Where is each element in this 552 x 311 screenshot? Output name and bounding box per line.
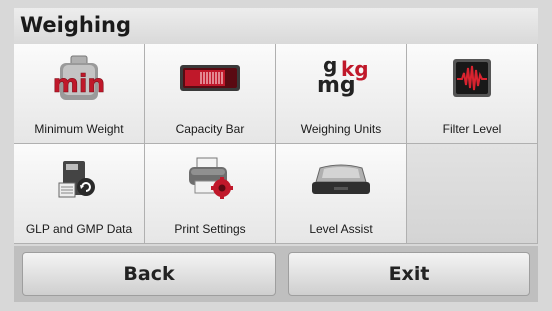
svg-text:min: min — [53, 69, 105, 98]
filter-level-icon — [407, 52, 537, 104]
tile-print-settings[interactable]: Print Settings — [145, 144, 276, 244]
tile-label: GLP and GMP Data — [25, 222, 133, 236]
tile-label: Filter Level — [442, 122, 502, 136]
weighing-units-icon: g kg mg — [276, 52, 406, 104]
weighing-menu-screen: Weighing min Minimum Weight Capacity Bar… — [0, 0, 552, 311]
tile-level-assist[interactable]: Level Assist — [276, 144, 407, 244]
back-button[interactable]: Back — [22, 252, 276, 296]
glp-data-icon — [14, 152, 144, 204]
menu-grid: min Minimum Weight Capacity Bar g kg mg … — [14, 44, 538, 244]
tile-label: Level Assist — [309, 222, 373, 236]
tile-glp-gmp-data[interactable]: GLP and GMP Data — [14, 144, 145, 244]
tile-label: Weighing Units — [300, 122, 382, 136]
level-assist-icon — [276, 152, 406, 204]
tile-capacity-bar[interactable]: Capacity Bar — [145, 44, 276, 144]
unit-mg-text: mg — [317, 73, 356, 98]
tile-minimum-weight[interactable]: min Minimum Weight — [14, 44, 145, 144]
tile-filter-level[interactable]: Filter Level — [407, 44, 538, 144]
min-weight-icon: min — [14, 52, 144, 104]
capacity-bar-icon — [145, 52, 275, 104]
tile-label: Capacity Bar — [175, 122, 245, 136]
tile-weighing-units[interactable]: g kg mg Weighing Units — [276, 44, 407, 144]
footer-bar: Back Exit — [14, 246, 538, 302]
printer-settings-icon — [145, 152, 275, 204]
unit-g-text: g — [323, 53, 338, 77]
tile-label: Minimum Weight — [34, 122, 124, 136]
tile-empty-slot — [407, 144, 538, 244]
menu-header: Weighing — [14, 8, 538, 45]
tile-label: Print Settings — [174, 222, 246, 236]
page-title: Weighing — [20, 13, 132, 37]
exit-button[interactable]: Exit — [288, 252, 530, 296]
